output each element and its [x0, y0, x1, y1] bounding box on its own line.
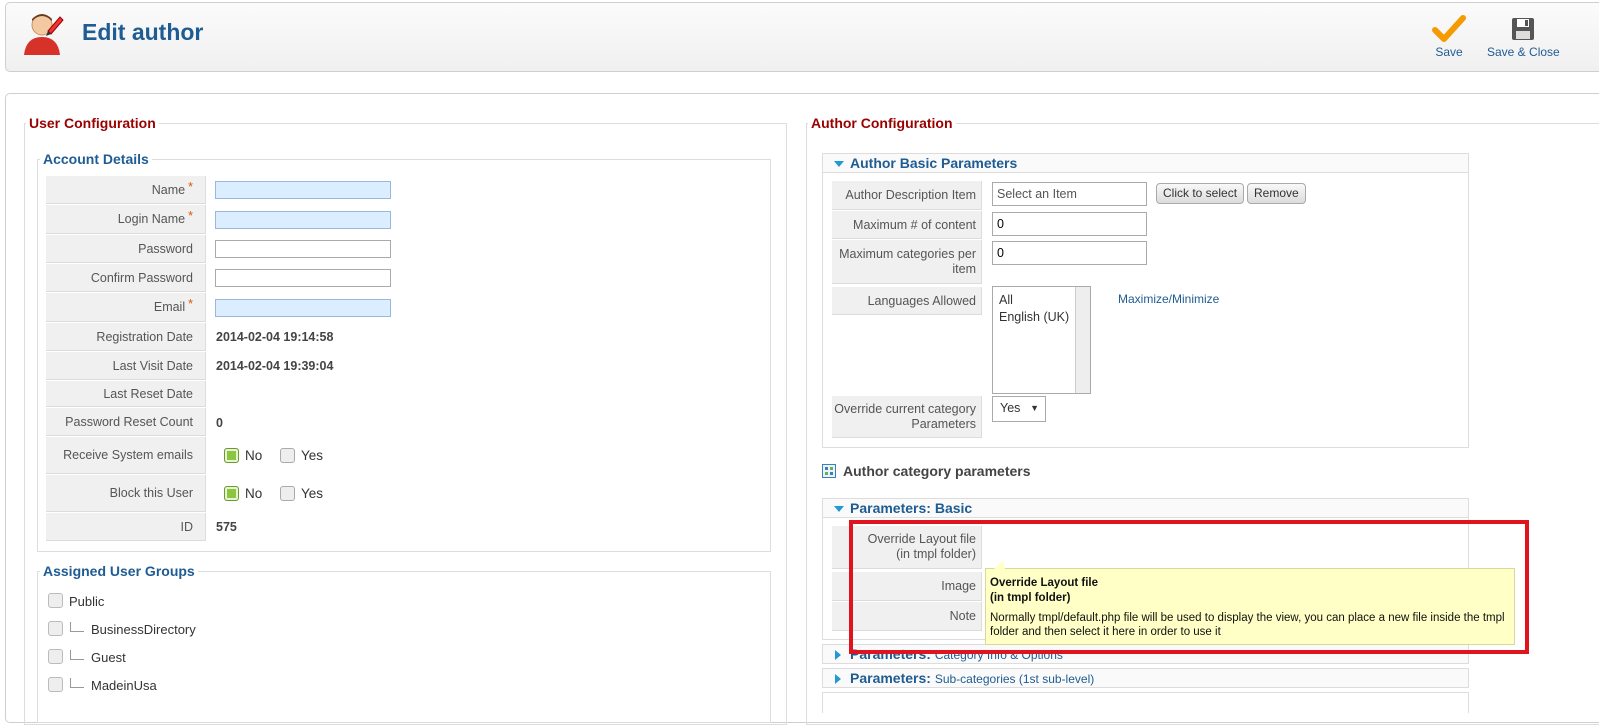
max-categories-input[interactable]: [992, 241, 1147, 265]
group-businessdirectory-checkbox[interactable]: [48, 621, 63, 636]
group-businessdirectory-label: BusinessDirectory: [91, 622, 196, 637]
parameters-basic-header[interactable]: Parameters: Basic: [822, 498, 1469, 518]
languages-allowed-label: Languages Allowed: [832, 287, 982, 315]
tree-line: [70, 622, 84, 632]
author-basic-header[interactable]: Author Basic Parameters: [822, 153, 1469, 173]
registration-date-value: 2014-02-04 19:14:58: [216, 330, 334, 344]
max-content-label: Maximum # of content: [832, 211, 982, 239]
login-name-label: Login Name *: [46, 205, 206, 234]
last-visit-label: Last Visit Date: [46, 352, 206, 380]
block-user-yes-radio[interactable]: [280, 486, 295, 501]
reset-count-value: 0: [216, 416, 223, 430]
override-category-label: Override current category Parameters: [832, 396, 982, 438]
password-input[interactable]: [215, 240, 391, 258]
checkmark-icon: [1432, 15, 1466, 42]
max-categories-label: Maximum categories per item: [832, 240, 982, 284]
password-label: Password: [46, 235, 206, 263]
required-mark: *: [188, 297, 193, 311]
user-configuration-title: User Configuration: [29, 115, 156, 131]
highlight-box: [849, 520, 1529, 654]
name-label: Name *: [46, 176, 206, 204]
account-details-title: Account Details: [43, 151, 149, 167]
group-public-label: Public: [69, 594, 105, 609]
author-edit-icon: [20, 11, 64, 57]
block-user-no-label: No: [245, 486, 263, 501]
id-label: ID: [46, 513, 206, 541]
email-input[interactable]: [215, 299, 391, 317]
group-guest-label: Guest: [91, 650, 126, 665]
assigned-user-groups-title: Assigned User Groups: [43, 563, 195, 579]
save-button[interactable]: Save: [1432, 15, 1466, 59]
required-mark: *: [188, 179, 193, 194]
name-input[interactable]: [215, 181, 391, 199]
expand-arrow-icon: [835, 674, 841, 684]
collapse-arrow-icon: [834, 506, 844, 512]
block-user-no-radio[interactable]: [224, 486, 239, 501]
dropdown-arrow-icon: ▼: [1030, 403, 1039, 413]
author-configuration-title: Author Configuration: [811, 115, 953, 131]
receive-emails-yes-label: Yes: [301, 448, 324, 463]
toolbar: Edit author Save Save & Close: [5, 2, 1599, 72]
listbox-scrollbar[interactable]: [1075, 287, 1090, 393]
reset-count-label: Password Reset Count: [46, 408, 206, 436]
page-title: Edit author: [82, 19, 204, 45]
languages-listbox[interactable]: All English (UK): [992, 286, 1091, 394]
author-description-label: Author Description Item: [832, 181, 982, 210]
block-user-label: Block this User: [46, 475, 206, 512]
email-label: Email *: [46, 293, 206, 322]
tree-line: [70, 650, 84, 660]
block-user-yes-label: Yes: [301, 486, 324, 501]
receive-emails-no-radio[interactable]: [224, 448, 239, 463]
expand-arrow-icon: [835, 650, 841, 660]
save-label: Save: [1435, 45, 1463, 59]
required-mark: *: [188, 209, 193, 223]
group-madeinusa-label: MadeinUsa: [91, 678, 157, 693]
remove-button[interactable]: Remove: [1247, 183, 1306, 204]
override-category-select[interactable]: Yes ▼: [992, 396, 1046, 422]
save-close-button[interactable]: Save & Close: [1487, 15, 1560, 59]
maximize-minimize-link[interactable]: Maximize/Minimize: [1118, 292, 1219, 306]
collapse-arrow-icon: [834, 161, 844, 167]
author-description-input[interactable]: [992, 182, 1147, 206]
receive-emails-no-label: No: [245, 448, 263, 463]
parameters-next-header: [822, 692, 1469, 713]
id-value: 575: [216, 520, 237, 534]
assigned-user-groups: Assigned User Groups: [37, 563, 771, 723]
save-close-label: Save & Close: [1487, 45, 1560, 59]
confirm-password-input[interactable]: [215, 269, 391, 287]
last-reset-label: Last Reset Date: [46, 381, 206, 407]
receive-emails-label: Receive System emails: [46, 437, 206, 474]
max-content-input[interactable]: [992, 212, 1147, 236]
last-visit-value: 2014-02-04 19:39:04: [216, 359, 334, 373]
confirm-password-label: Confirm Password: [46, 264, 206, 292]
registration-date-label: Registration Date: [46, 323, 206, 351]
receive-emails-yes-radio[interactable]: [280, 448, 295, 463]
parameters-subcategories-header[interactable]: Parameters: Sub-categories (1st sub-leve…: [822, 668, 1469, 688]
tree-line: [70, 678, 84, 688]
login-name-input[interactable]: [215, 211, 391, 229]
category-parameters-icon: [822, 464, 836, 478]
click-to-select-button[interactable]: Click to select: [1156, 183, 1245, 204]
floppy-disk-icon: [1512, 18, 1535, 40]
category-parameters-title: Author category parameters: [843, 463, 1031, 479]
group-madeinusa-checkbox[interactable]: [48, 677, 63, 692]
group-guest-checkbox[interactable]: [48, 649, 63, 664]
group-public-checkbox[interactable]: [48, 593, 63, 608]
